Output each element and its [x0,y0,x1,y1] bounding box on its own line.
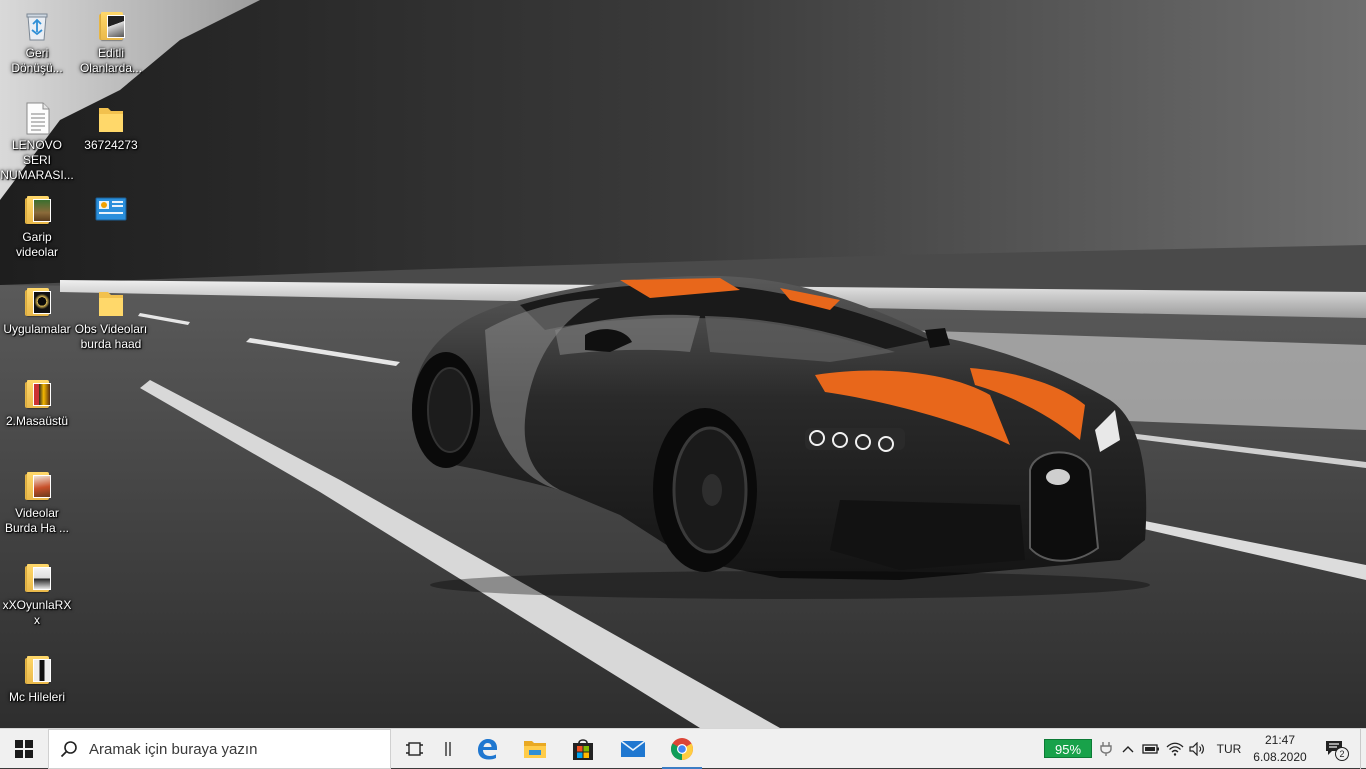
battery-icon[interactable] [1141,729,1161,769]
wifi-icon[interactable] [1165,729,1185,769]
action-center-button[interactable]: 2 [1318,729,1354,769]
folder-icon [93,8,129,44]
notifications-icon: 2 [1325,739,1349,761]
desktop-icon-mc-hileleri[interactable]: Mc Hileleri [0,646,74,705]
chrome-icon [671,738,693,760]
taskbar-app-chrome[interactable] [658,729,706,769]
desktop-icon-label: xXOyunlaRXx [2,598,72,627]
desktop-icon-label: Garip videolar [15,230,59,259]
desktop-icon-lenovo-seri[interactable]: LENOVO SERI NUMARASI... [0,94,74,183]
desktop-icon-label: Editli Olanlarda... [79,46,143,75]
desktop-icon-label: 36724273 [84,138,138,152]
task-view-button[interactable] [392,729,440,769]
folder-icon [93,284,129,320]
start-button[interactable] [0,729,48,769]
clock-time: 21:47 [1264,733,1296,747]
folder-icon [93,100,129,136]
control-panel-shortcut-icon [93,192,129,228]
folder-icon [19,468,55,504]
desktop-icon-label: Geri Dönüşü... [11,46,63,75]
folder-icon [19,560,55,596]
desktop-icon-xxoyunlarxx[interactable]: xXOyunlaRXx [0,554,74,628]
mail-icon [620,740,646,757]
desktop-icon-36724273[interactable]: 36724273 [74,94,148,153]
folder-icon [19,376,55,412]
desktop-icon-label: Uygulamalar [3,322,71,336]
desktop-wallpaper [0,0,1366,728]
edge-icon [478,739,497,760]
taskbar: Aramak için buraya yazın 95% TUR 21:47 6… [0,728,1366,769]
clock-date: 6.08.2020 [1253,750,1307,764]
file-explorer-icon [524,741,546,758]
folder-icon [19,192,55,228]
desktop-icon-2-masaustu[interactable]: 2.Masaüstü [0,370,74,429]
notification-count-badge: 2 [1335,747,1349,761]
task-view-icon [406,742,423,756]
search-placeholder: Aramak için buraya yazın [89,740,258,758]
taskbar-app-mail[interactable] [609,729,657,769]
separator-icon [445,742,451,756]
desktop-icon-garip-videolar[interactable]: Garip videolar [0,186,74,260]
desktop-icon-control-panel[interactable] [74,186,148,230]
text-document-icon [19,100,55,136]
desktop-icon-recycle-bin[interactable]: Geri Dönüşü... [0,2,74,76]
desktop-icon-uygulamalar[interactable]: Uygulamalar [0,278,74,337]
taskbar-separator [440,729,456,769]
desktop-icon-obs-videolari[interactable]: Obs Videoları burda haad [74,278,148,352]
folder-icon [19,284,55,320]
desktop-icon-label: Obs Videoları burda haad [74,322,148,351]
taskbar-app-file-explorer[interactable] [511,729,559,769]
desktop-icon-label: 2.Masaüstü [5,414,69,428]
store-icon [573,739,593,760]
windows-logo-icon [15,740,33,758]
folder-icon [19,652,55,688]
power-plug-icon[interactable] [1096,729,1116,769]
show-desktop-button[interactable] [1360,729,1366,769]
desktop-icon-label: LENOVO SERI NUMARASI... [0,138,74,182]
desktop-icon-label: Videolar Burda Ha ... [4,506,70,535]
taskbar-search-box[interactable]: Aramak için buraya yazın [48,729,391,769]
speaker-icon[interactable] [1188,729,1208,769]
system-clock[interactable]: 21:47 6.08.2020 [1248,732,1312,766]
desktop-icon-editli-olanlarda[interactable]: Editli Olanlarda... [74,2,148,76]
desktop-icon-label: Mc Hileleri [8,690,65,704]
search-icon [49,740,89,758]
recycle-bin-icon [19,8,55,44]
desktop-icon-videolar-burda[interactable]: Videolar Burda Ha ... [0,462,74,536]
taskbar-app-edge[interactable] [463,729,511,769]
battery-percent-badge[interactable]: 95% [1044,739,1092,758]
input-language[interactable]: TUR [1212,729,1246,769]
chevron-up-icon[interactable] [1118,729,1138,769]
taskbar-app-store[interactable] [559,729,607,769]
